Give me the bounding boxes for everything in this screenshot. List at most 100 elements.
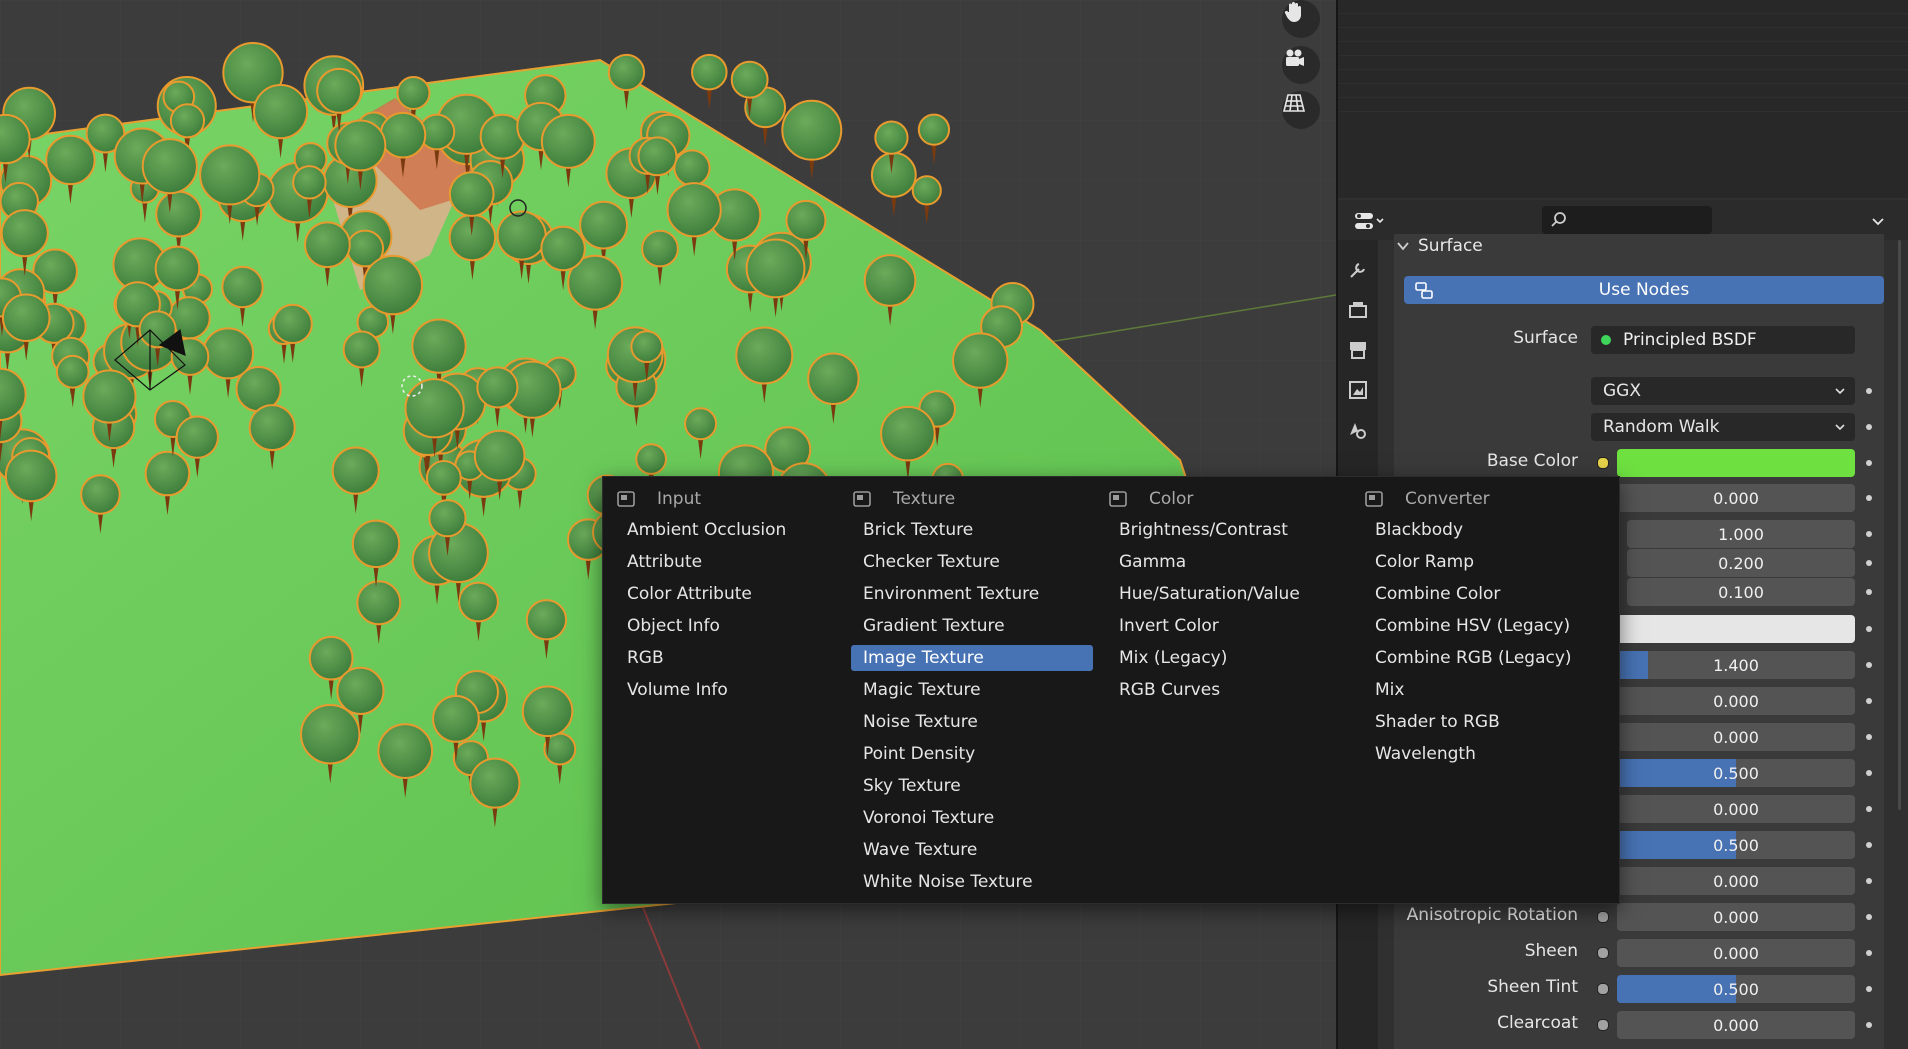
- render-tab[interactable]: [1344, 296, 1372, 324]
- surface-panel-header[interactable]: Surface: [1396, 234, 1483, 258]
- subsurface-method-dropdown[interactable]: Random Walk: [1591, 413, 1855, 441]
- menu-item[interactable]: Mix (Legacy): [1107, 645, 1343, 671]
- value-field[interactable]: 1.000: [1627, 520, 1855, 548]
- keyframe-dot[interactable]: [1866, 626, 1872, 632]
- menu-item[interactable]: Mix: [1363, 677, 1599, 703]
- keyframe-dot[interactable]: [1866, 734, 1872, 740]
- scene-tab[interactable]: [1344, 416, 1372, 444]
- keyframe-dot[interactable]: [1866, 1022, 1872, 1028]
- menu-item[interactable]: Color Ramp: [1363, 549, 1599, 575]
- value-field[interactable]: 0.000: [1617, 687, 1855, 715]
- menu-item[interactable]: Brick Texture: [851, 517, 1087, 543]
- keyframe-dot[interactable]: [1866, 878, 1872, 884]
- value-field[interactable]: 0.200: [1627, 549, 1855, 577]
- menu-item[interactable]: White Noise Texture: [851, 869, 1087, 895]
- keyframe-dot[interactable]: [1866, 662, 1872, 668]
- menu-item[interactable]: RGB: [615, 645, 851, 671]
- node-category-icon: [1109, 490, 1139, 508]
- add-node-menu: Input Ambient Occlusion Attribute Color Att…: [602, 476, 1620, 904]
- distribution-dropdown[interactable]: GGX: [1591, 377, 1855, 405]
- menu-item[interactable]: Image Texture: [851, 645, 1093, 671]
- menu-item[interactable]: Noise Texture: [851, 709, 1087, 735]
- grid-icon[interactable]: [1282, 91, 1320, 129]
- keyframe-dot[interactable]: [1866, 460, 1872, 466]
- keyframe-dot[interactable]: [1866, 495, 1872, 501]
- value-field[interactable]: 1.400: [1617, 651, 1855, 679]
- keyframe-dot[interactable]: [1866, 698, 1872, 704]
- keyframe-dot[interactable]: [1866, 388, 1872, 394]
- keyframe-dot[interactable]: [1866, 986, 1872, 992]
- value-field[interactable]: 0.000: [1617, 795, 1855, 823]
- value-field[interactable]: 0.000: [1617, 484, 1855, 512]
- socket-icon[interactable]: [1593, 975, 1613, 1003]
- socket-icon[interactable]: [1593, 1011, 1613, 1039]
- keyframe-dot[interactable]: [1866, 560, 1872, 566]
- value-field[interactable]: 0.000: [1617, 723, 1855, 751]
- menu-item[interactable]: Combine HSV (Legacy): [1363, 613, 1599, 639]
- keyframe-dot[interactable]: [1866, 950, 1872, 956]
- menu-item[interactable]: Gamma: [1107, 549, 1343, 575]
- menu-item[interactable]: Volume Info: [615, 677, 851, 703]
- search-input[interactable]: [1542, 206, 1712, 234]
- menu-item[interactable]: RGB Curves: [1107, 677, 1343, 703]
- tool-tab[interactable]: [1344, 256, 1372, 284]
- socket-icon[interactable]: [1593, 903, 1613, 931]
- socket-icon[interactable]: [1593, 939, 1613, 967]
- keyframe-dot[interactable]: [1866, 914, 1872, 920]
- menu-item[interactable]: Combine Color: [1363, 581, 1599, 607]
- keyframe-dot[interactable]: [1866, 806, 1872, 812]
- base-color-label: Base Color: [1486, 451, 1578, 471]
- value-field[interactable]: 0.000: [1617, 903, 1855, 931]
- menu-item[interactable]: Hue/Saturation/Value: [1107, 581, 1343, 607]
- menu-item[interactable]: Sky Texture: [851, 773, 1087, 799]
- menu-item[interactable]: Combine RGB (Legacy): [1363, 645, 1599, 671]
- menu-item[interactable]: Blackbody: [1363, 517, 1599, 543]
- menu-item[interactable]: Attribute: [615, 549, 851, 575]
- view-layer-tab[interactable]: [1344, 376, 1372, 404]
- value-field[interactable]: 0.100: [1627, 578, 1855, 606]
- search-icon: [1551, 212, 1566, 227]
- color-socket-icon[interactable]: [1593, 449, 1613, 477]
- menu-item[interactable]: Color Attribute: [615, 581, 851, 607]
- menu-item[interactable]: Object Info: [615, 613, 851, 639]
- menu-item[interactable]: Ambient Occlusion: [615, 517, 851, 543]
- value-field[interactable]: 0.500: [1617, 759, 1855, 787]
- scrollbar[interactable]: [1898, 240, 1901, 810]
- value-field[interactable]: 0.000: [1617, 867, 1855, 895]
- menu-item[interactable]: Gradient Texture: [851, 613, 1087, 639]
- output-tab[interactable]: [1344, 336, 1372, 364]
- value-field[interactable]: 0.000: [1617, 1011, 1855, 1039]
- node-category-icon: [1365, 490, 1395, 508]
- menu-item[interactable]: Wave Texture: [851, 837, 1087, 863]
- keyframe-dot[interactable]: [1866, 589, 1872, 595]
- use-nodes-button[interactable]: Use Nodes: [1404, 276, 1884, 304]
- value-field[interactable]: 0.500: [1617, 831, 1855, 859]
- base-color-swatch[interactable]: [1617, 449, 1855, 477]
- surface-shader-field[interactable]: Principled BSDF: [1591, 326, 1855, 354]
- keyframe-dot[interactable]: [1866, 424, 1872, 430]
- value-field[interactable]: 0.000: [1617, 939, 1855, 967]
- menu-item[interactable]: Shader to RGB: [1363, 709, 1599, 735]
- menu-item[interactable]: Point Density: [851, 741, 1087, 767]
- menu-item[interactable]: Wavelength: [1363, 741, 1599, 767]
- menu-item[interactable]: Voronoi Texture: [851, 805, 1087, 831]
- menu-column-header: Input: [617, 487, 701, 511]
- editor-type-icon[interactable]: [1352, 209, 1388, 233]
- menu-item[interactable]: Checker Texture: [851, 549, 1087, 575]
- hand-icon[interactable]: [1282, 0, 1320, 38]
- value-field[interactable]: 0.500: [1617, 975, 1855, 1003]
- keyframe-dot[interactable]: [1866, 842, 1872, 848]
- row-label: Sheen: [1524, 941, 1578, 961]
- chevron-down-icon[interactable]: [1866, 209, 1890, 233]
- menu-item[interactable]: Magic Texture: [851, 677, 1087, 703]
- camera-icon[interactable]: [1282, 46, 1320, 84]
- keyframe-dot[interactable]: [1866, 770, 1872, 776]
- use-nodes-label: Use Nodes: [1598, 280, 1690, 300]
- field-value: 1.000: [1718, 524, 1764, 544]
- menu-item[interactable]: Environment Texture: [851, 581, 1087, 607]
- menu-item[interactable]: Invert Color: [1107, 613, 1343, 639]
- keyframe-dot[interactable]: [1866, 531, 1872, 537]
- menu-item[interactable]: Brightness/Contrast: [1107, 517, 1343, 543]
- field-value: 0.000: [1713, 799, 1759, 819]
- color-swatch[interactable]: [1617, 615, 1855, 643]
